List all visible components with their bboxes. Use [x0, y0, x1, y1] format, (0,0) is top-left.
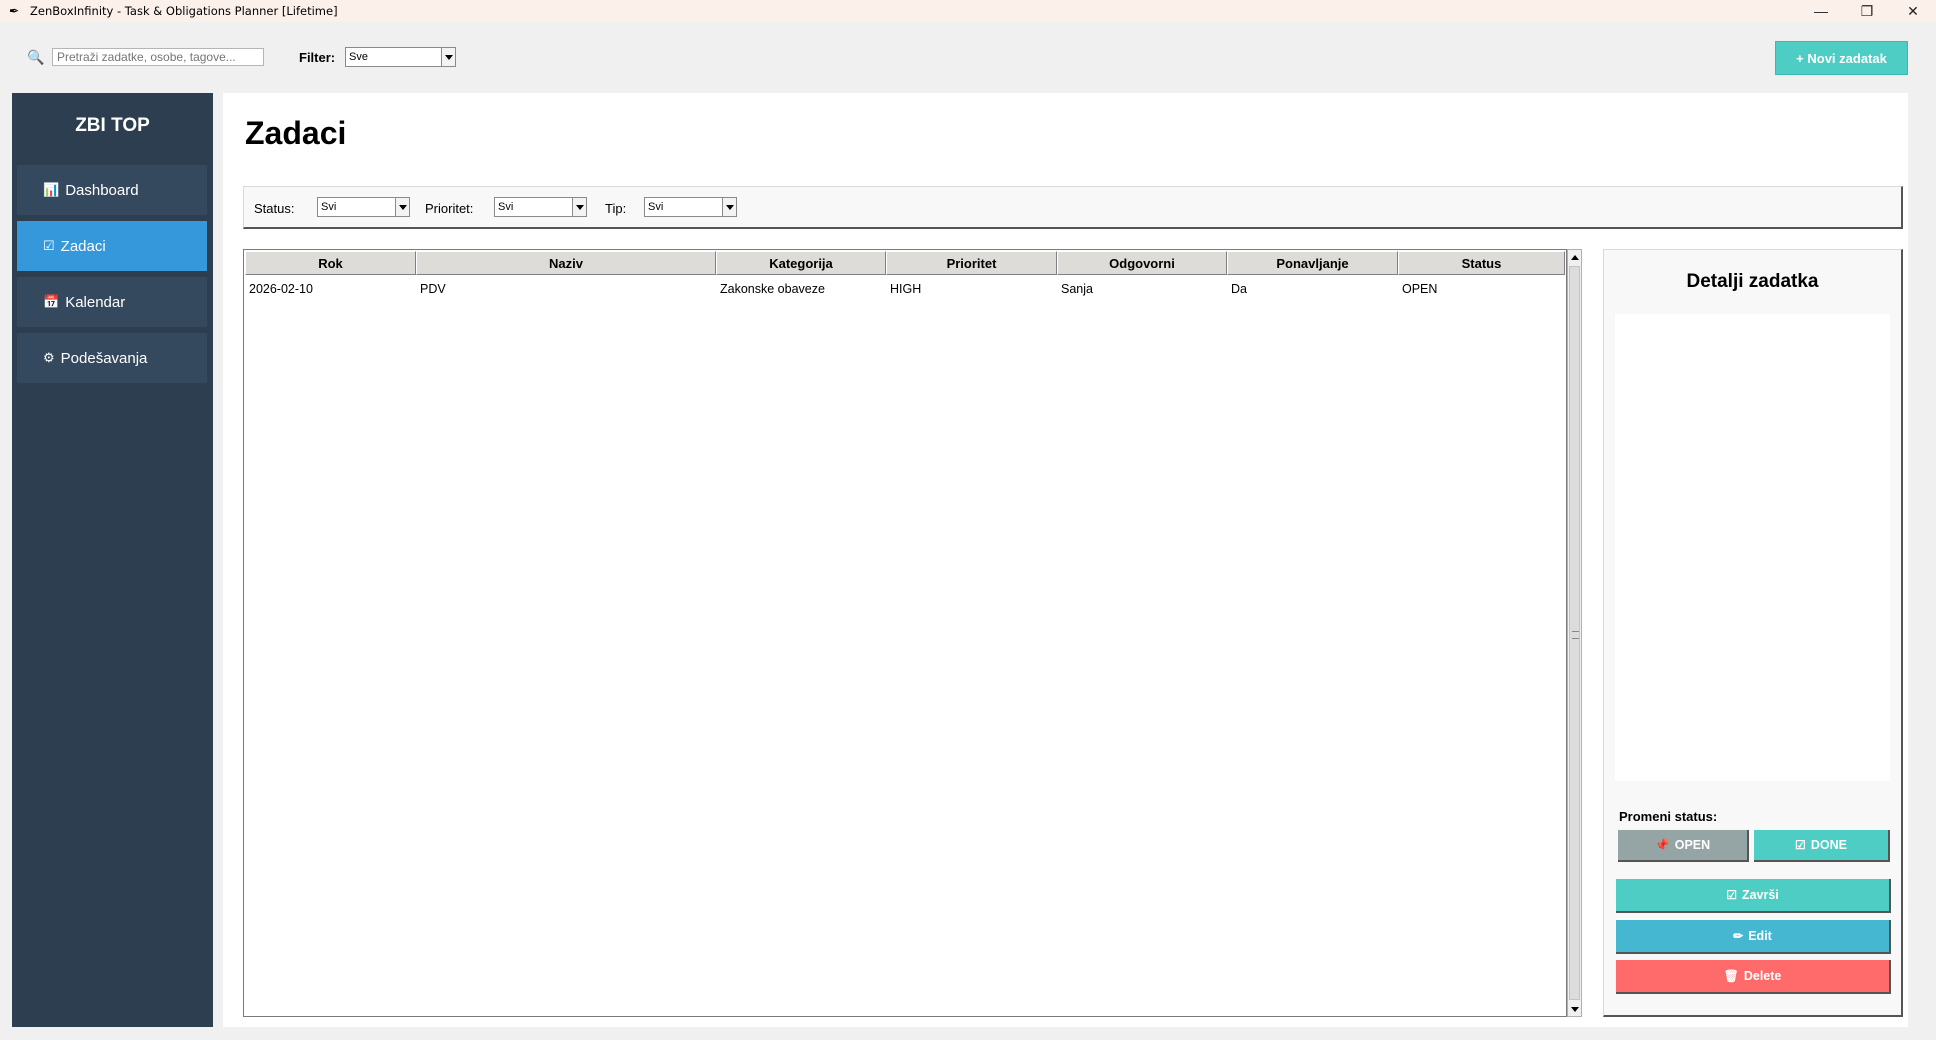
sidebar-item-label: Podešavanja — [60, 349, 148, 367]
sidebar: ZBI TOP 📊 Dashboard ☑ Zadaci 📅 Kalendar … — [12, 93, 213, 1027]
status-open-button[interactable]: 📌 OPEN — [1618, 830, 1749, 862]
gear-icon: ⚙ — [43, 350, 55, 365]
bar-chart-icon: 📊 — [43, 182, 60, 197]
edit-button[interactable]: ✏ Edit — [1616, 920, 1891, 954]
status-filter-value: Svi — [321, 201, 337, 213]
grip-icon — [1572, 631, 1579, 639]
status-filter-label: Status: — [254, 201, 295, 216]
status-open-label: OPEN — [1674, 838, 1711, 852]
finish-button[interactable]: ☑ Završi — [1616, 879, 1891, 913]
filter-select[interactable]: Sve — [345, 47, 456, 67]
checkbox-icon: ☑ — [1726, 888, 1737, 902]
type-filter-value: Svi — [648, 201, 664, 213]
close-icon[interactable]: ✕ — [1890, 0, 1936, 22]
sidebar-item-kalendar[interactable]: 📅 Kalendar — [17, 277, 207, 327]
priority-filter-label: Prioritet: — [425, 201, 474, 216]
page-title: Zadaci — [245, 115, 347, 151]
filter-bar: Status: Svi Prioritet: Svi Tip: Svi — [243, 186, 1903, 229]
checkbox-icon: ☑ — [1795, 838, 1806, 852]
sidebar-item-label: Dashboard — [65, 181, 139, 199]
feather-app-icon: ✒ — [8, 4, 20, 18]
type-filter-select[interactable]: Svi — [644, 197, 737, 217]
column-header-rok[interactable]: Rok — [245, 251, 416, 275]
sidebar-brand: ZBI TOP — [75, 115, 150, 136]
cell-status: OPEN — [1402, 282, 1438, 296]
pencil-icon: ✏ — [1733, 929, 1744, 943]
new-task-button[interactable]: + Novi zadatak — [1775, 41, 1908, 75]
scroll-down-icon[interactable] — [1568, 1002, 1581, 1016]
table-scrollbar[interactable] — [1567, 249, 1582, 1017]
window-controls: — ❐ ✕ — [1798, 0, 1936, 22]
finish-label: Završi — [1741, 888, 1779, 902]
column-header-odgovorni[interactable]: Odgovorni — [1057, 251, 1227, 275]
chevron-down-icon[interactable] — [441, 48, 455, 66]
filter-label: Filter: — [299, 50, 336, 65]
cell-ponavljanje: Da — [1231, 282, 1247, 296]
sidebar-item-label: Zadaci — [60, 237, 106, 255]
priority-filter-value: Svi — [498, 201, 514, 213]
search-input[interactable] — [52, 48, 264, 66]
minimize-icon[interactable]: — — [1798, 0, 1844, 22]
task-detail-panel: Detalji zadatka Promeni status: 📌 OPEN ☑… — [1603, 249, 1903, 1017]
restore-icon[interactable]: ❐ — [1844, 0, 1890, 22]
detail-title: Detalji zadatka — [1686, 271, 1819, 292]
detail-content — [1615, 314, 1890, 781]
trash-icon: 🗑 — [1723, 969, 1739, 983]
column-header-naziv[interactable]: Naziv — [416, 251, 716, 275]
delete-label: Delete — [1743, 969, 1782, 983]
calendar-icon: 📅 — [43, 294, 60, 309]
table-header: Rok Naziv Kategorija Prioritet Odgovorni… — [245, 251, 1565, 276]
pin-icon: 📌 — [1654, 838, 1670, 852]
chevron-down-icon[interactable] — [395, 198, 409, 216]
status-filter-select[interactable]: Svi — [317, 197, 410, 217]
status-done-button[interactable]: ☑ DONE — [1754, 830, 1890, 862]
delete-button[interactable]: 🗑 Delete — [1616, 960, 1891, 994]
chevron-down-icon[interactable] — [722, 198, 736, 216]
edit-label: Edit — [1748, 929, 1772, 943]
column-header-kategorija[interactable]: Kategorija — [716, 251, 886, 275]
window-title: ZenBoxInfinity - Task & Obligations Plan… — [30, 4, 338, 18]
top-toolbar: 🔍 Filter: Sve + Novi zadatak — [0, 22, 1936, 93]
sidebar-item-zadaci[interactable]: ☑ Zadaci — [17, 221, 207, 271]
chevron-down-icon[interactable] — [572, 198, 586, 216]
window-titlebar: ✒ ZenBoxInfinity - Task & Obligations Pl… — [0, 0, 1936, 22]
scrollbar-thumb[interactable] — [1569, 266, 1580, 1000]
sidebar-item-dashboard[interactable]: 📊 Dashboard — [17, 165, 207, 215]
cell-naziv: PDV — [420, 282, 446, 296]
sidebar-item-label: Kalendar — [65, 293, 126, 311]
cell-prioritet: HIGH — [890, 282, 922, 296]
column-header-prioritet[interactable]: Prioritet — [886, 251, 1057, 275]
cell-odgovorni: Sanja — [1061, 282, 1093, 296]
main-panel: Zadaci Status: Svi Prioritet: Svi Tip: S… — [223, 93, 1908, 1027]
change-status-label: Promeni status: — [1619, 809, 1718, 824]
column-header-ponavljanje[interactable]: Ponavljanje — [1227, 251, 1398, 275]
column-header-status[interactable]: Status — [1398, 251, 1565, 275]
filter-select-value: Sve — [349, 51, 368, 63]
type-filter-label: Tip: — [605, 201, 627, 216]
priority-filter-select[interactable]: Svi — [494, 197, 587, 217]
sidebar-item-podesavanja[interactable]: ⚙ Podešavanja — [17, 333, 207, 383]
checkbox-icon: ☑ — [43, 238, 55, 253]
tasks-table[interactable]: Rok Naziv Kategorija Prioritet Odgovorni… — [243, 249, 1567, 1017]
status-done-label: DONE — [1810, 838, 1847, 852]
table-row[interactable]: 2026-02-10 PDV Zakonske obaveze HIGH San… — [245, 280, 1565, 300]
cell-kategorija: Zakonske obaveze — [720, 282, 825, 296]
search-icon: 🔍 — [27, 49, 45, 65]
scroll-up-icon[interactable] — [1568, 250, 1581, 264]
cell-rok: 2026-02-10 — [249, 282, 313, 296]
